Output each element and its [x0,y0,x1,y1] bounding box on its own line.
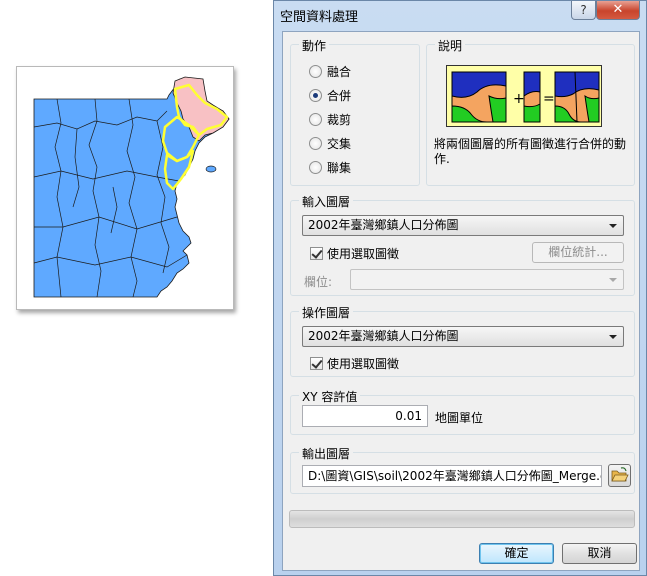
close-button[interactable]: ✕ [596,1,640,20]
radio-clip[interactable]: 裁剪 [309,111,351,127]
input-layer-value: 2002年臺灣鄉鎮人口分佈圖 [308,218,459,232]
input-use-selected-checkbox[interactable]: 使用選取圖徵 [310,246,399,261]
checkbox-indicator[interactable] [310,247,323,260]
xy-tolerance-unit: 地圖單位 [435,411,484,425]
equals-text: = [543,91,555,107]
help-icon: ? [580,3,587,17]
chevron-down-icon[interactable] [609,278,617,282]
output-layer-label: 輸出圖層 [299,445,354,462]
action-group-label: 動作 [299,37,330,54]
radio-label: 融合 [327,64,352,79]
radio-indicator[interactable] [309,112,322,126]
operate-layer-group: 操作圖層 2002年臺灣鄉鎮人口分佈圖 使用選取圖徵 [290,304,635,377]
output-layer-group: 輸出圖層 D:\圖資\GIS\soil\2002年臺灣鄉鎮人口分佈圖_Merge… [290,445,635,494]
output-path-input[interactable]: D:\圖資\GIS\soil\2002年臺灣鄉鎮人口分佈圖_Merge.geo [302,465,602,487]
merge-illustration: + = [446,65,602,127]
map-drawing [33,76,230,298]
operate-layer-value: 2002年臺灣鄉鎮人口分佈圖 [308,329,459,343]
description-group: 說明 + = 將兩個圖層的所有圖徵進行合併的動作. [426,37,635,186]
xy-tolerance-group: XY 容許值 0.01 地圖單位 [290,388,635,435]
operate-use-selected-checkbox[interactable]: 使用選取圖徵 [310,356,399,371]
checkbox-label: 使用選取圖徵 [327,247,400,261]
xy-tolerance-label: XY 容許值 [299,388,361,405]
plus-text: + [513,91,525,107]
operate-layer-select[interactable]: 2002年臺灣鄉鎮人口分佈圖 [302,326,624,347]
input-layer-label: 輸入圖層 [299,193,354,210]
ok-button[interactable]: 確定 [479,543,554,564]
radio-label: 裁剪 [327,112,352,127]
radio-label: 合併 [327,88,352,103]
radio-dissolve[interactable]: 融合 [309,63,351,79]
description-group-label: 說明 [435,37,466,54]
radio-indicator[interactable] [309,160,322,174]
operate-layer-label: 操作圖層 [299,304,354,321]
radio-indicator[interactable] [309,136,322,150]
xy-tolerance-input[interactable]: 0.01 [302,405,428,427]
title-bar[interactable]: 空間資料處理 ? ✕ [274,1,646,27]
help-button[interactable]: ? [571,1,596,20]
radio-label: 聯集 [327,160,352,175]
radio-label: 交集 [327,136,352,151]
checkbox-label: 使用選取圖徵 [327,357,400,371]
radio-indicator-selected[interactable] [309,88,322,102]
close-icon: ✕ [612,2,624,17]
radio-merge[interactable]: 合併 [309,87,351,103]
dialog-title: 空間資料處理 [280,10,359,25]
chevron-down-icon[interactable] [609,224,617,228]
map-preview [16,66,234,310]
chevron-down-icon[interactable] [609,335,617,339]
progress-bar [289,510,635,528]
input-layer-group: 輸入圖層 2002年臺灣鄉鎮人口分佈圖 使用選取圖徵 欄位統計... 欄位: [290,193,635,296]
action-group: 動作 融合 合併 裁剪 交集 聯集 [290,37,420,186]
field-select[interactable] [350,269,624,290]
spatial-processing-dialog: 空間資料處理 ? ✕ 動作 融合 合併 裁剪 交集 聯集 說明 + = 將兩個圖… [273,0,647,576]
radio-intersect[interactable]: 交集 [309,135,351,151]
field-label: 欄位: [304,275,333,289]
dialog-client: 動作 融合 合併 裁剪 交集 聯集 說明 + = 將兩個圖層的所有圖徵進行合併的… [282,31,640,571]
folder-open-icon [611,467,629,482]
map-island [205,165,217,173]
input-layer-select[interactable]: 2002年臺灣鄉鎮人口分佈圖 [302,215,624,236]
cancel-button[interactable]: 取消 [562,543,637,564]
radio-union[interactable]: 聯集 [309,159,351,175]
field-statistics-button[interactable]: 欄位統計... [532,242,624,263]
merge-diagram-icon: + = [451,71,600,123]
radio-indicator[interactable] [309,64,322,78]
checkbox-indicator[interactable] [310,357,323,370]
description-text: 將兩個圖層的所有圖徵進行合併的動作. [434,137,627,166]
browse-folder-button[interactable] [608,464,631,487]
